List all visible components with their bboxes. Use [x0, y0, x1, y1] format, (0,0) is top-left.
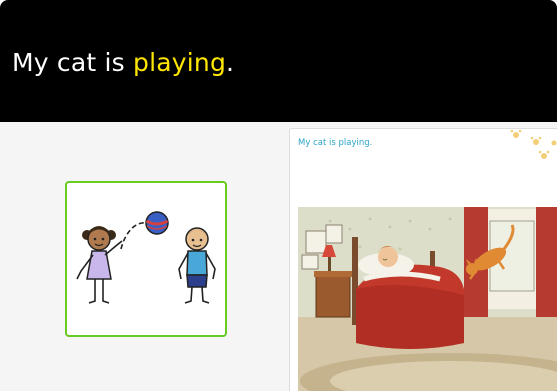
sentence-start: My cat is	[12, 48, 134, 77]
sentence-end: .	[226, 48, 235, 77]
girl-figure-icon	[76, 226, 123, 304]
sentence-text: My cat is playing.	[12, 48, 234, 77]
symbol-card[interactable]	[65, 181, 227, 337]
story-page[interactable]: My cat is playing.	[289, 128, 557, 391]
highlighted-word[interactable]: playing	[133, 48, 226, 77]
paw-prints-icon	[510, 129, 557, 159]
ball-icon	[145, 211, 169, 235]
cat-jumping-in-bedroom-illustration	[298, 129, 557, 391]
children-playing-ball-icon	[76, 211, 216, 304]
sentence-header: My cat is playing.	[0, 0, 557, 122]
story-caption: My cat is playing.	[298, 138, 373, 148]
boy-figure-icon	[178, 227, 216, 304]
